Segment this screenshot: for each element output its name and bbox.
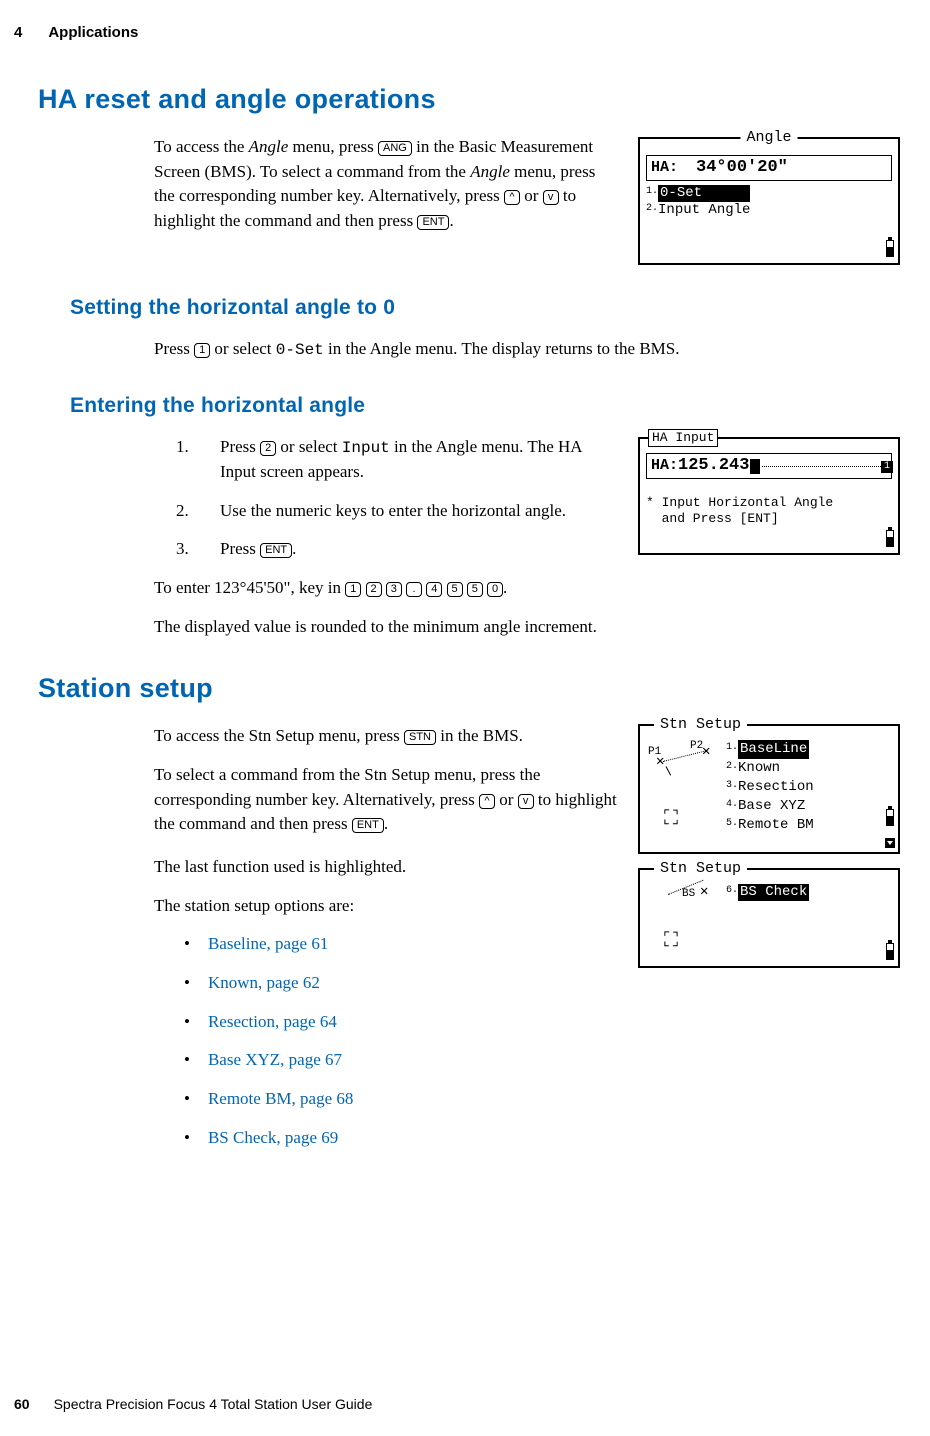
page-footer: 60 Spectra Precision Focus 4 Total Statio…: [14, 1394, 372, 1414]
tripod-icon: ⛶: [664, 930, 678, 954]
station-diagram-icon: P1 P2 ✕ ✕ ⛶: [646, 740, 724, 836]
para-rounded: The displayed value is rounded to the mi…: [154, 615, 900, 640]
heading-enter-ha: Entering the horizontal angle: [70, 391, 900, 421]
key-1: 1: [194, 343, 210, 358]
stn-last: The last function used is highlighted.: [154, 855, 620, 880]
lcd-stn-setup-1: Stn Setup P1 P2 ✕ ✕ ⛶ 1.BaseLine: [638, 724, 900, 854]
guide-title: Spectra Precision Focus 4 Total Station …: [54, 1396, 373, 1412]
key-up: ^: [479, 794, 495, 809]
key-ent: ENT: [260, 543, 292, 558]
scroll-down-icon: [885, 838, 895, 848]
lcd-ha-input: HA Input HA:125.243 1 * Input Horizontal…: [638, 437, 900, 555]
enter-ha-steps: 1. Press 2 or select Input in the Angle …: [176, 435, 620, 562]
link-resection[interactable]: Resection, page 64: [208, 1012, 337, 1031]
tripod-icon: ⛶: [664, 808, 678, 832]
intro-paragraph: To access the Angle menu, press ANG in t…: [154, 135, 620, 234]
link-remotebm[interactable]: Remote BM, page 68: [208, 1089, 353, 1108]
battery-icon: [886, 237, 894, 257]
key-down: v: [543, 190, 559, 205]
para-set0: Press 1 or select 0-Set in the Angle men…: [154, 337, 900, 362]
heading-set0: Setting the horizontal angle to 0: [70, 293, 900, 323]
link-basexyz[interactable]: Base XYZ, page 67: [208, 1050, 342, 1069]
chapter-number: 4: [14, 24, 22, 41]
lcd-angle-menu: Angle HA: 34°00'20" 1.0-Set 2.Input Angl…: [638, 137, 900, 265]
key-ang: ANG: [378, 141, 412, 156]
link-known[interactable]: Known, page 62: [208, 973, 320, 992]
list-item: 2. Use the numeric keys to enter the hor…: [176, 499, 620, 524]
cursor-icon: [750, 459, 760, 474]
stn-para2: To select a command from the Stn Setup m…: [154, 763, 620, 837]
heading-station-setup: Station setup: [38, 669, 900, 708]
key-stn: STN: [404, 730, 436, 745]
battery-icon: [886, 806, 894, 826]
page-number: 60: [14, 1396, 30, 1412]
station-diagram-icon: BS ✕ ⛶: [646, 884, 724, 954]
link-bscheck[interactable]: BS Check, page 69: [208, 1128, 338, 1147]
page-header: 4 Applications: [14, 22, 900, 44]
stn-option-links: Baseline, page 61 Known, page 62 Resecti…: [184, 932, 620, 1150]
stn-options-lead: The station setup options are:: [154, 894, 620, 919]
chapter-title: Applications: [48, 24, 138, 41]
key-2: 2: [260, 441, 276, 456]
key-ent: ENT: [417, 215, 449, 230]
para-example: To enter 123°45'50", key in 1 2 3 . 4 5 …: [154, 576, 900, 601]
lcd-stn-setup-2: Stn Setup BS ✕ ⛶ 6.BS Check: [638, 868, 900, 968]
key-up: ^: [504, 190, 520, 205]
page-indicator-icon: 1: [881, 461, 893, 473]
list-item: 1. Press 2 or select Input in the Angle …: [176, 435, 620, 485]
stn-para1: To access the Stn Setup menu, press STN …: [154, 724, 620, 749]
list-item: 3. Press ENT.: [176, 537, 620, 562]
battery-icon: [886, 527, 894, 547]
battery-icon: [886, 940, 894, 960]
key-down: v: [518, 794, 534, 809]
heading-ha-reset: HA reset and angle operations: [38, 80, 900, 119]
key-ent: ENT: [352, 818, 384, 833]
link-baseline[interactable]: Baseline, page 61: [208, 934, 328, 953]
